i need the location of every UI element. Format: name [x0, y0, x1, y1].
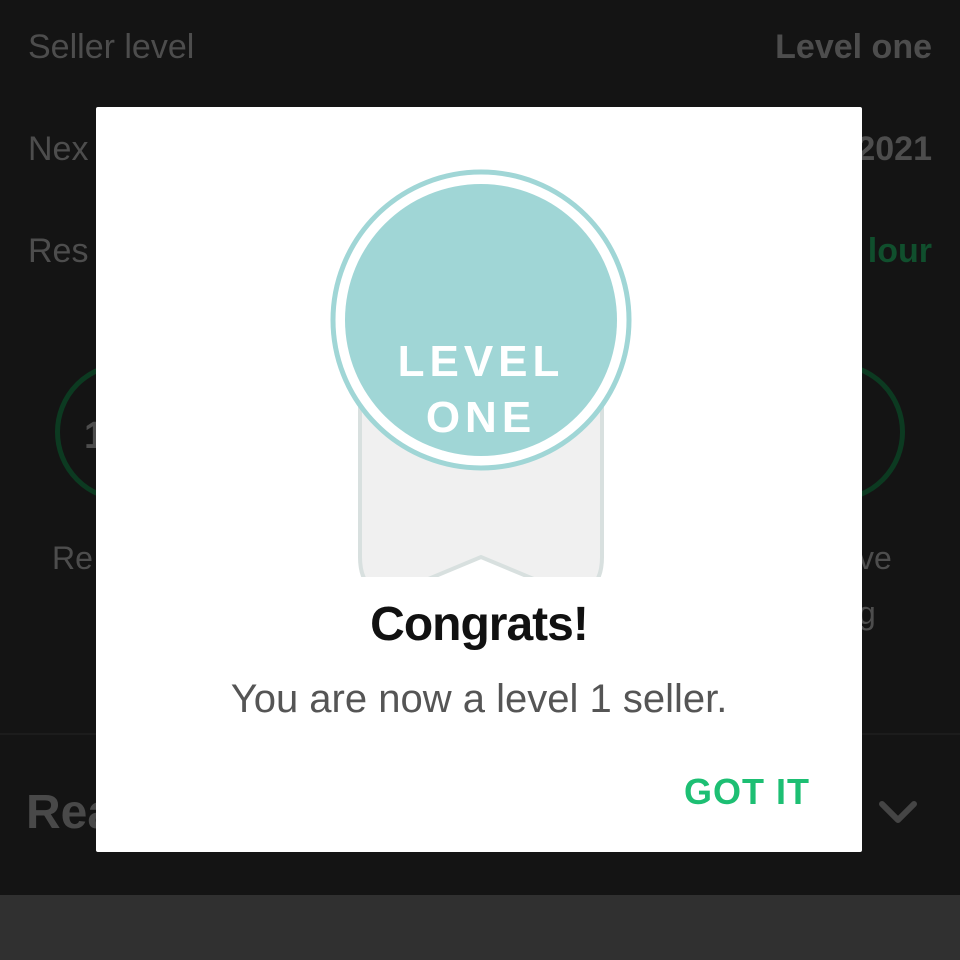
badge-level-text: LEVEL	[397, 337, 565, 386]
level-up-dialog: LEVEL ONE Congrats! You are now a level …	[96, 107, 862, 852]
dialog-title: Congrats!	[370, 598, 589, 651]
got-it-button[interactable]: GOT IT	[684, 771, 810, 813]
ribbon-badge-icon: LEVEL ONE	[326, 167, 636, 598]
badge-one-text: ONE	[425, 393, 537, 442]
dialog-message: You are now a level 1 seller.	[230, 677, 728, 721]
